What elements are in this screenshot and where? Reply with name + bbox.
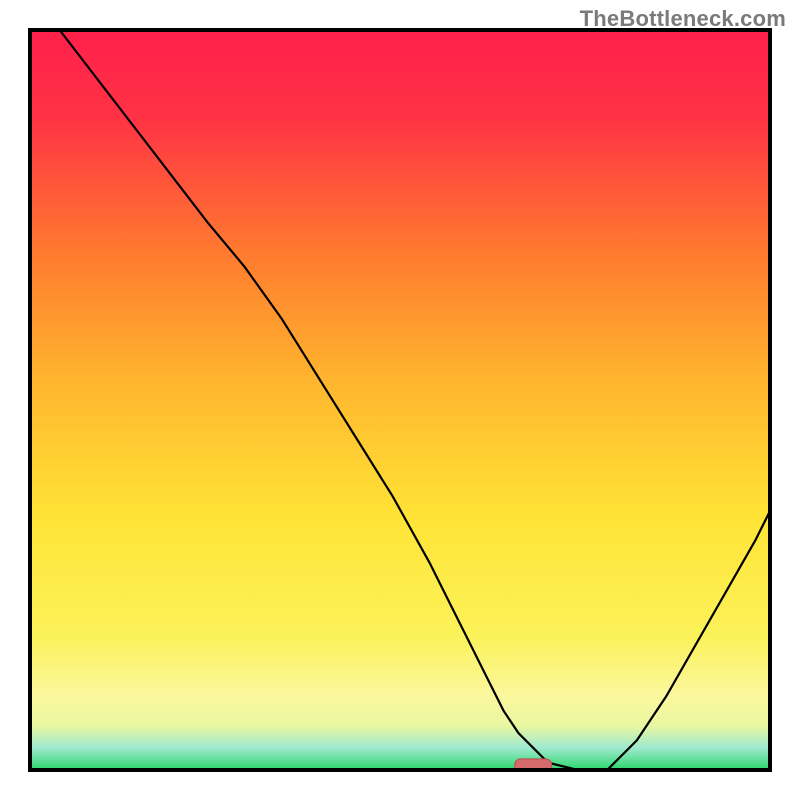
bottleneck-chart: TheBottleneck.com: [0, 0, 800, 800]
chart-svg: [0, 0, 800, 800]
plot-background: [30, 30, 770, 770]
watermark-label: TheBottleneck.com: [580, 6, 786, 32]
